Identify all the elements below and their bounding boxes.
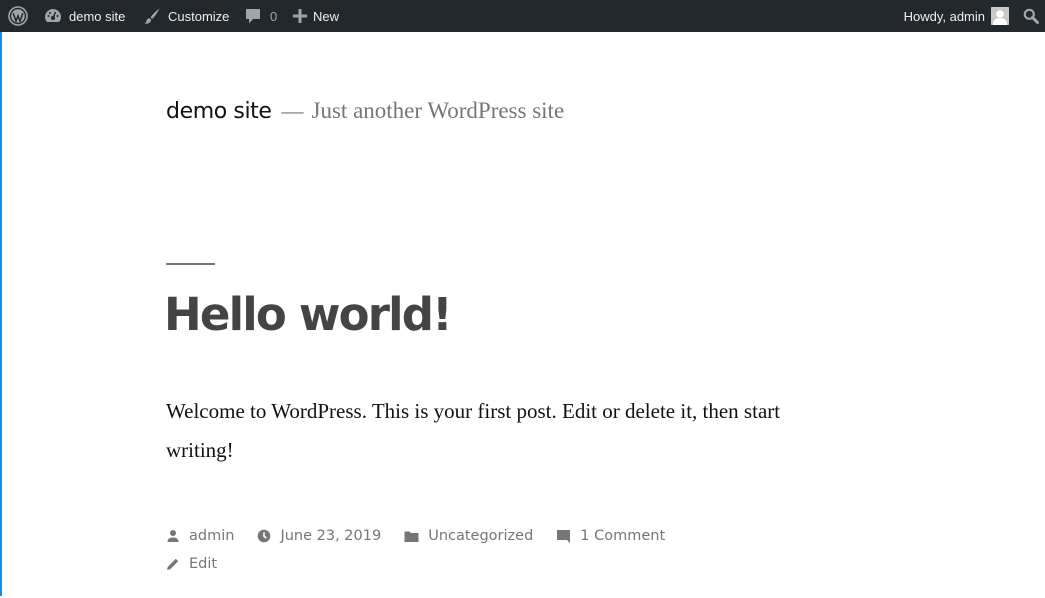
customize-label: Customize xyxy=(168,8,230,24)
post-date: June 23, 2019 xyxy=(257,528,381,544)
site-title-link[interactable]: demo site xyxy=(166,99,272,124)
paintbrush-icon xyxy=(144,8,160,24)
site-branding: demo site — Just another WordPress site xyxy=(166,98,564,124)
plus-icon xyxy=(293,9,307,23)
site-name-menu[interactable]: demo site xyxy=(44,0,125,32)
edit-link[interactable]: Edit xyxy=(189,556,217,572)
comments-link[interactable]: 0 xyxy=(245,0,277,32)
post-category: Uncategorized xyxy=(404,528,533,544)
admin-search-button[interactable] xyxy=(1023,0,1039,32)
post-author: admin xyxy=(166,528,234,544)
site-tagline: Just another WordPress site xyxy=(311,98,565,123)
pencil-icon xyxy=(167,558,179,570)
post-title: Hello world! xyxy=(164,288,453,341)
site-name-label: demo site xyxy=(69,8,126,24)
title-separator: — xyxy=(281,98,304,123)
post-meta: admin June 23, 2019 Uncategorized 1 Comm… xyxy=(166,528,688,544)
avatar xyxy=(991,7,1009,25)
category-link[interactable]: Uncategorized xyxy=(428,528,533,544)
window-left-border xyxy=(0,0,2,596)
person-icon xyxy=(167,530,179,542)
clock-icon xyxy=(258,529,271,543)
admin-bar: demo site Customize 0 New Howdy, admin xyxy=(0,0,1045,32)
comment-bubble-icon xyxy=(246,8,260,23)
edit-item: Edit xyxy=(166,556,217,572)
my-account-menu[interactable]: Howdy, admin xyxy=(904,0,1009,32)
wordpress-logo-icon xyxy=(8,6,28,26)
title-divider xyxy=(166,263,215,265)
dashboard-gauge-icon xyxy=(45,9,61,22)
new-label: New xyxy=(313,8,340,24)
date-link[interactable]: June 23, 2019 xyxy=(280,528,381,544)
comments-link[interactable]: 1 Comment xyxy=(580,528,665,544)
wp-logo-menu[interactable] xyxy=(8,0,28,32)
post-comments: 1 Comment xyxy=(556,528,665,544)
comments-count: 0 xyxy=(270,8,278,24)
customize-link[interactable]: Customize xyxy=(143,0,229,32)
folder-icon xyxy=(404,531,419,542)
howdy-label: Howdy, admin xyxy=(903,8,985,24)
post-content: Welcome to WordPress. This is your first… xyxy=(166,399,781,462)
search-icon xyxy=(1023,8,1039,24)
author-link[interactable]: admin xyxy=(189,528,234,544)
post-edit: Edit xyxy=(166,556,240,572)
new-content-menu[interactable]: New xyxy=(293,0,339,32)
comment-icon xyxy=(557,529,571,543)
